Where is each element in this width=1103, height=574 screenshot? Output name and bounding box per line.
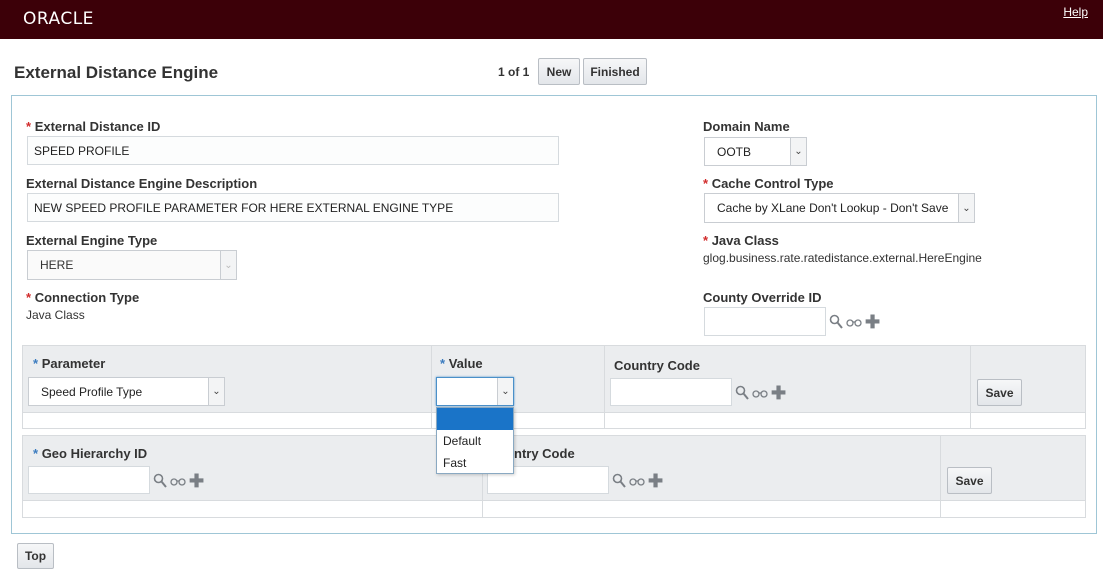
description-label: External Distance Engine Description xyxy=(26,176,258,191)
required-marker: * xyxy=(440,356,446,371)
country-code-input[interactable] xyxy=(610,378,732,406)
external-distance-id-label: * External Distance ID xyxy=(26,119,161,134)
description-input[interactable]: NEW SPEED PROFILE PARAMETER FOR HERE EXT… xyxy=(27,193,559,222)
required-marker: * xyxy=(703,233,709,248)
page-title: External Distance Engine xyxy=(14,63,219,82)
value-select[interactable]: ⌄ xyxy=(436,377,514,406)
java-class-value: glog.business.rate.ratedistance.external… xyxy=(703,251,982,265)
geo-hierarchy-input[interactable] xyxy=(28,466,150,494)
domain-name-select[interactable]: OOTB ⌄ xyxy=(704,137,807,166)
domain-name-label: Domain Name xyxy=(703,119,790,134)
value-dropdown-list: Default Fast xyxy=(436,407,514,474)
county-override-actions: ✚ xyxy=(829,313,880,331)
country-code-actions: ✚ xyxy=(735,384,786,402)
required-marker: * xyxy=(26,290,32,305)
glasses-icon[interactable] xyxy=(170,476,186,486)
county-override-input[interactable] xyxy=(704,307,826,336)
chevron-down-icon: ⌄ xyxy=(220,251,236,279)
required-marker: * xyxy=(33,356,39,371)
plus-icon[interactable]: ✚ xyxy=(648,472,663,490)
glasses-icon[interactable] xyxy=(629,476,645,486)
plus-icon[interactable]: ✚ xyxy=(865,313,880,331)
parameter-save-button[interactable]: Save xyxy=(977,379,1022,406)
java-class-label: * Java Class xyxy=(703,233,779,248)
geo-country-code-label: ntry Code xyxy=(514,446,575,461)
dropdown-option-default[interactable]: Default xyxy=(437,430,513,452)
geo-hierarchy-label: * Geo Hierarchy ID xyxy=(33,446,148,461)
required-marker: * xyxy=(703,176,709,191)
county-override-label: County Override ID xyxy=(703,290,822,305)
chevron-down-icon: ⌄ xyxy=(208,378,224,405)
app-header: ORACLE Help xyxy=(0,0,1103,39)
country-code-label: Country Code xyxy=(614,358,700,373)
chevron-down-icon: ⌄ xyxy=(497,378,513,405)
engine-type-label: External Engine Type xyxy=(26,233,158,248)
dropdown-option-fast[interactable]: Fast xyxy=(437,452,513,474)
connection-type-label: * Connection Type xyxy=(26,290,140,305)
search-icon[interactable] xyxy=(612,473,626,489)
chevron-down-icon: ⌄ xyxy=(958,194,974,222)
engine-type-select[interactable]: HERE ⌄ xyxy=(27,250,237,280)
connection-type-value: Java Class xyxy=(26,308,85,322)
search-icon[interactable] xyxy=(153,473,167,489)
plus-icon[interactable]: ✚ xyxy=(189,472,204,490)
external-distance-id-input[interactable]: SPEED PROFILE xyxy=(27,136,559,165)
geo-country-code-actions: ✚ xyxy=(612,472,663,490)
finished-button[interactable]: Finished xyxy=(583,58,647,85)
required-marker: * xyxy=(26,119,32,134)
help-link[interactable]: Help xyxy=(1063,5,1088,19)
glasses-icon[interactable] xyxy=(752,388,768,398)
oracle-logo: ORACLE xyxy=(23,9,94,29)
cache-control-select[interactable]: Cache by XLane Don't Lookup - Don't Save… xyxy=(704,193,975,223)
new-button[interactable]: New xyxy=(538,58,580,85)
pager-count: 1 of 1 xyxy=(498,65,530,79)
required-marker: * xyxy=(33,446,39,461)
dropdown-option-blank[interactable] xyxy=(437,408,513,430)
glasses-icon[interactable] xyxy=(846,317,862,327)
parameter-select[interactable]: Speed Profile Type ⌄ xyxy=(28,377,225,406)
value-label: * Value xyxy=(440,356,483,371)
geo-save-button[interactable]: Save xyxy=(947,467,992,494)
geo-hierarchy-actions: ✚ xyxy=(153,472,204,490)
chevron-down-icon: ⌄ xyxy=(790,138,806,165)
search-icon[interactable] xyxy=(829,314,843,330)
search-icon[interactable] xyxy=(735,385,749,401)
plus-icon[interactable]: ✚ xyxy=(771,384,786,402)
top-button[interactable]: Top xyxy=(17,543,54,569)
parameter-label: * Parameter xyxy=(33,356,106,371)
cache-control-label: * Cache Control Type xyxy=(703,176,834,191)
